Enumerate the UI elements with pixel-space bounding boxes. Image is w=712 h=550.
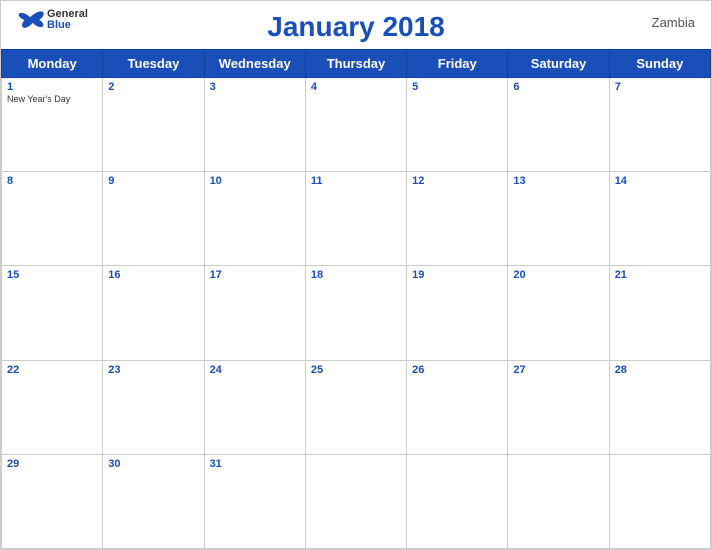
calendar-cell: 17: [204, 266, 305, 360]
calendar-cell: 10: [204, 172, 305, 266]
calendar-week-row: 1New Year's Day 234567: [2, 78, 711, 172]
calendar-cell: 9: [103, 172, 204, 266]
calendar-cell: 7: [609, 78, 710, 172]
day-number: 3: [210, 81, 300, 93]
col-saturday: Saturday: [508, 50, 609, 78]
day-number: 28: [615, 364, 705, 376]
calendar-cell: 23: [103, 360, 204, 454]
logo-area: General Blue: [17, 9, 88, 31]
day-number: 31: [210, 458, 300, 470]
col-wednesday: Wednesday: [204, 50, 305, 78]
day-number: 29: [7, 458, 97, 470]
day-number: 6: [513, 81, 603, 93]
calendar-cell: 20: [508, 266, 609, 360]
calendar-cell: 4: [305, 78, 406, 172]
calendar-cell: 24: [204, 360, 305, 454]
calendar-cell: 6: [508, 78, 609, 172]
day-number: 17: [210, 269, 300, 281]
calendar-cell: 18: [305, 266, 406, 360]
calendar-header: General Blue January 2018 Zambia: [1, 1, 711, 49]
day-number: 16: [108, 269, 198, 281]
calendar-cell: 12: [407, 172, 508, 266]
day-number: 1: [7, 81, 97, 93]
day-number: 21: [615, 269, 705, 281]
day-number: 12: [412, 175, 502, 187]
day-number: 19: [412, 269, 502, 281]
day-number: 24: [210, 364, 300, 376]
calendar-thead: Monday Tuesday Wednesday Thursday Friday…: [2, 50, 711, 78]
calendar-cell: 1New Year's Day: [2, 78, 103, 172]
day-number: 20: [513, 269, 603, 281]
calendar-cell: [407, 454, 508, 548]
col-thursday: Thursday: [305, 50, 406, 78]
calendar-cell: 5: [407, 78, 508, 172]
day-number: 10: [210, 175, 300, 187]
day-number: 18: [311, 269, 401, 281]
day-number: 27: [513, 364, 603, 376]
calendar-cell: 16: [103, 266, 204, 360]
calendar-cell: 25: [305, 360, 406, 454]
calendar-week-row: 29 30 31: [2, 454, 711, 548]
calendar-cell: 27: [508, 360, 609, 454]
calendar-cell: 30: [103, 454, 204, 548]
calendar-cell: [508, 454, 609, 548]
calendar-title: January 2018: [267, 11, 444, 43]
calendar-cell: 19: [407, 266, 508, 360]
day-number: 11: [311, 175, 401, 187]
day-number: 25: [311, 364, 401, 376]
calendar-cell: 31: [204, 454, 305, 548]
calendar-cell: 13: [508, 172, 609, 266]
calendar-body: 1New Year's Day2345678910111213141516171…: [2, 78, 711, 549]
day-number: 23: [108, 364, 198, 376]
col-tuesday: Tuesday: [103, 50, 204, 78]
holiday-label: New Year's Day: [7, 94, 97, 104]
day-number: 2: [108, 81, 198, 93]
calendar-cell: 11: [305, 172, 406, 266]
day-number: 13: [513, 175, 603, 187]
day-number: 7: [615, 81, 705, 93]
calendar-cell: [305, 454, 406, 548]
day-number: 14: [615, 175, 705, 187]
day-number: 22: [7, 364, 97, 376]
col-friday: Friday: [407, 50, 508, 78]
calendar-cell: 14: [609, 172, 710, 266]
calendar-week-row: 89 10 11 12 13 14: [2, 172, 711, 266]
logo-blue-text: Blue: [47, 20, 88, 31]
day-number: 4: [311, 81, 401, 93]
calendar-cell: 22: [2, 360, 103, 454]
calendar-week-row: 15 16 17 18 19 20 21: [2, 266, 711, 360]
calendar-cell: [609, 454, 710, 548]
calendar-cell: 3: [204, 78, 305, 172]
day-number: 26: [412, 364, 502, 376]
calendar-table: Monday Tuesday Wednesday Thursday Friday…: [1, 49, 711, 549]
calendar-wrapper: General Blue January 2018 Zambia Monday …: [0, 0, 712, 550]
weekday-header-row: Monday Tuesday Wednesday Thursday Friday…: [2, 50, 711, 78]
col-sunday: Sunday: [609, 50, 710, 78]
calendar-cell: 8: [2, 172, 103, 266]
day-number: 15: [7, 269, 97, 281]
calendar-cell: 26: [407, 360, 508, 454]
col-monday: Monday: [2, 50, 103, 78]
calendar-cell: 21: [609, 266, 710, 360]
day-number: 30: [108, 458, 198, 470]
day-number: 5: [412, 81, 502, 93]
calendar-cell: 2: [103, 78, 204, 172]
country-label: Zambia: [652, 15, 695, 30]
day-number: 8: [7, 175, 97, 187]
calendar-cell: 28: [609, 360, 710, 454]
calendar-week-row: 22 23 24 25 26 27 28: [2, 360, 711, 454]
day-number: 9: [108, 175, 198, 187]
logo-bird-icon: [17, 10, 45, 30]
calendar-cell: 29: [2, 454, 103, 548]
calendar-cell: 15: [2, 266, 103, 360]
